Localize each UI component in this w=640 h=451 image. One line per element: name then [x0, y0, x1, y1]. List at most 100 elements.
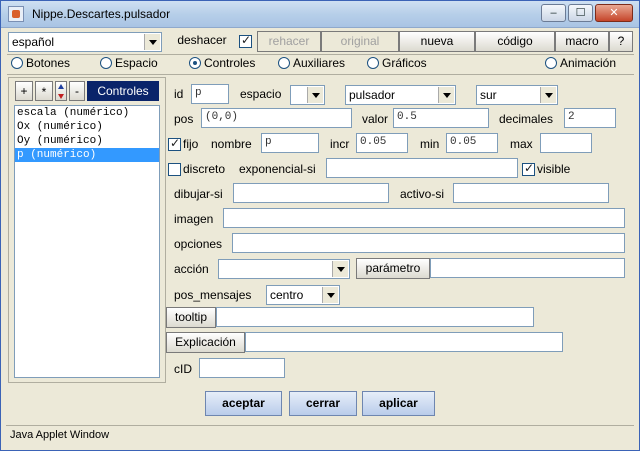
tab-botones-radio[interactable]: [11, 57, 23, 69]
visible-label: visible: [537, 162, 571, 176]
nombre-label: nombre: [211, 137, 252, 151]
chevron-down-icon: [438, 87, 454, 103]
pos-mensajes-select[interactable]: centro: [266, 285, 340, 305]
incr-field[interactable]: 0.05: [356, 133, 408, 153]
incr-label: incr: [330, 137, 350, 151]
tipo-select[interactable]: pulsador: [345, 85, 456, 105]
visible-checkbox[interactable]: [522, 161, 535, 176]
opciones-label: opciones: [174, 237, 223, 251]
list-item[interactable]: Oy (numérico): [15, 134, 159, 148]
tab-espacio-radio[interactable]: [100, 57, 112, 69]
title-bar: Nippe.Descartes.pulsador ‒ ☐ ✕: [1, 1, 639, 28]
dibujar-field[interactable]: [233, 183, 389, 203]
id-label: id: [174, 87, 184, 101]
arrow-down-icon: [58, 94, 64, 99]
opciones-field[interactable]: [232, 233, 625, 253]
chevron-down-icon: [307, 87, 323, 103]
list-item-selected[interactable]: p (numérico): [15, 148, 159, 162]
pos-label: pos: [174, 112, 194, 126]
espacio-label: espacio: [240, 87, 282, 101]
tab-animacion-label[interactable]: Animación: [560, 56, 616, 70]
pos-mensajes-label: pos_mensajes: [174, 288, 252, 302]
chevron-down-icon: [144, 34, 160, 50]
original-button[interactable]: original: [321, 31, 399, 52]
aplicar-button[interactable]: aplicar: [362, 391, 435, 416]
explicacion-field[interactable]: [245, 332, 563, 352]
decimales-field[interactable]: 2: [564, 108, 616, 128]
language-select[interactable]: español: [8, 32, 162, 52]
activo-field[interactable]: [453, 183, 609, 203]
accion-select[interactable]: [218, 259, 350, 279]
tab-auxiliares-radio[interactable]: [278, 57, 290, 69]
deshacer-checkbox[interactable]: [239, 33, 252, 48]
chevron-down-icon: [540, 87, 556, 103]
cerrar-button[interactable]: cerrar: [289, 391, 357, 416]
explicacion-button[interactable]: Explicación: [166, 332, 245, 353]
tipo-value: pulsador: [349, 88, 396, 102]
imagen-field[interactable]: [223, 208, 625, 228]
discreto-checkbox[interactable]: [168, 163, 181, 176]
maximize-button[interactable]: ☐: [568, 4, 593, 22]
min-field[interactable]: 0.05: [446, 133, 498, 153]
tab-controles-radio[interactable]: [189, 57, 201, 69]
move-updown-button[interactable]: [55, 81, 67, 101]
tab-espacio-label[interactable]: Espacio: [115, 56, 158, 70]
exponencial-field[interactable]: [326, 158, 518, 178]
tab-graficos-radio[interactable]: [367, 57, 379, 69]
id-field[interactable]: p: [191, 84, 229, 104]
espacio-select[interactable]: [290, 85, 325, 105]
exponencial-label: exponencial-si: [239, 162, 316, 176]
valor-field[interactable]: 0.5: [393, 108, 489, 128]
tab-animacion-radio[interactable]: [545, 57, 557, 69]
discreto-label: discreto: [183, 162, 226, 176]
max-field[interactable]: [540, 133, 592, 153]
add-control-button[interactable]: +: [15, 81, 33, 101]
controls-list[interactable]: escala (numérico) Ox (numérico) Oy (numé…: [14, 105, 160, 378]
chevron-down-icon: [332, 261, 348, 277]
app-icon: [8, 6, 24, 22]
help-button[interactable]: ?: [609, 31, 633, 52]
window-title: Nippe.Descartes.pulsador: [32, 7, 171, 21]
controls-panel-label: Controles: [87, 81, 159, 101]
macro-button[interactable]: macro: [555, 31, 609, 52]
close-window-button[interactable]: ✕: [595, 4, 633, 22]
accion-label: acción: [174, 262, 209, 276]
imagen-label: imagen: [174, 212, 214, 226]
applet-window: Nippe.Descartes.pulsador ‒ ☐ ✕ español d…: [0, 0, 640, 451]
delete-control-button[interactable]: -: [69, 81, 85, 101]
tab-controles-label[interactable]: Controles: [204, 56, 255, 70]
list-item[interactable]: escala (numérico): [15, 106, 159, 120]
dibujar-label: dibujar-si: [174, 187, 223, 201]
duplicate-control-button[interactable]: *: [35, 81, 53, 101]
cid-label: cID: [174, 362, 192, 376]
min-label: min: [420, 137, 440, 151]
list-item[interactable]: Ox (numérico): [15, 120, 159, 134]
pos-mensajes-value: centro: [270, 288, 304, 302]
nueva-button[interactable]: nueva: [399, 31, 475, 52]
valor-label: valor: [362, 112, 389, 126]
divider: [7, 54, 634, 55]
region-select[interactable]: sur: [476, 85, 558, 105]
rehacer-button[interactable]: rehacer: [257, 31, 321, 52]
fijo-label: fijo: [183, 137, 199, 151]
cid-field[interactable]: [199, 358, 285, 378]
deshacer-button[interactable]: deshacer: [168, 31, 236, 52]
codigo-button[interactable]: código: [475, 31, 555, 52]
parametro-button[interactable]: parámetro: [356, 258, 430, 279]
tab-graficos-label[interactable]: Gráficos: [382, 56, 427, 70]
fijo-checkbox[interactable]: [168, 136, 181, 151]
chevron-down-icon: [322, 287, 338, 303]
tab-botones-label[interactable]: Botones: [26, 56, 70, 70]
minimize-button[interactable]: ‒: [541, 4, 566, 22]
aceptar-button[interactable]: aceptar: [205, 391, 282, 416]
decimales-label: decimales: [499, 112, 554, 126]
parametro-field[interactable]: [430, 258, 625, 278]
tab-auxiliares-label[interactable]: Auxiliares: [293, 56, 345, 70]
pos-field[interactable]: (0,0): [201, 108, 352, 128]
tooltip-field[interactable]: [216, 307, 534, 327]
nombre-field[interactable]: p: [261, 133, 319, 153]
arrow-up-icon: [58, 84, 64, 89]
tooltip-button[interactable]: tooltip: [166, 307, 216, 328]
max-label: max: [510, 137, 533, 151]
status-bar: Java Applet Window: [6, 425, 634, 445]
